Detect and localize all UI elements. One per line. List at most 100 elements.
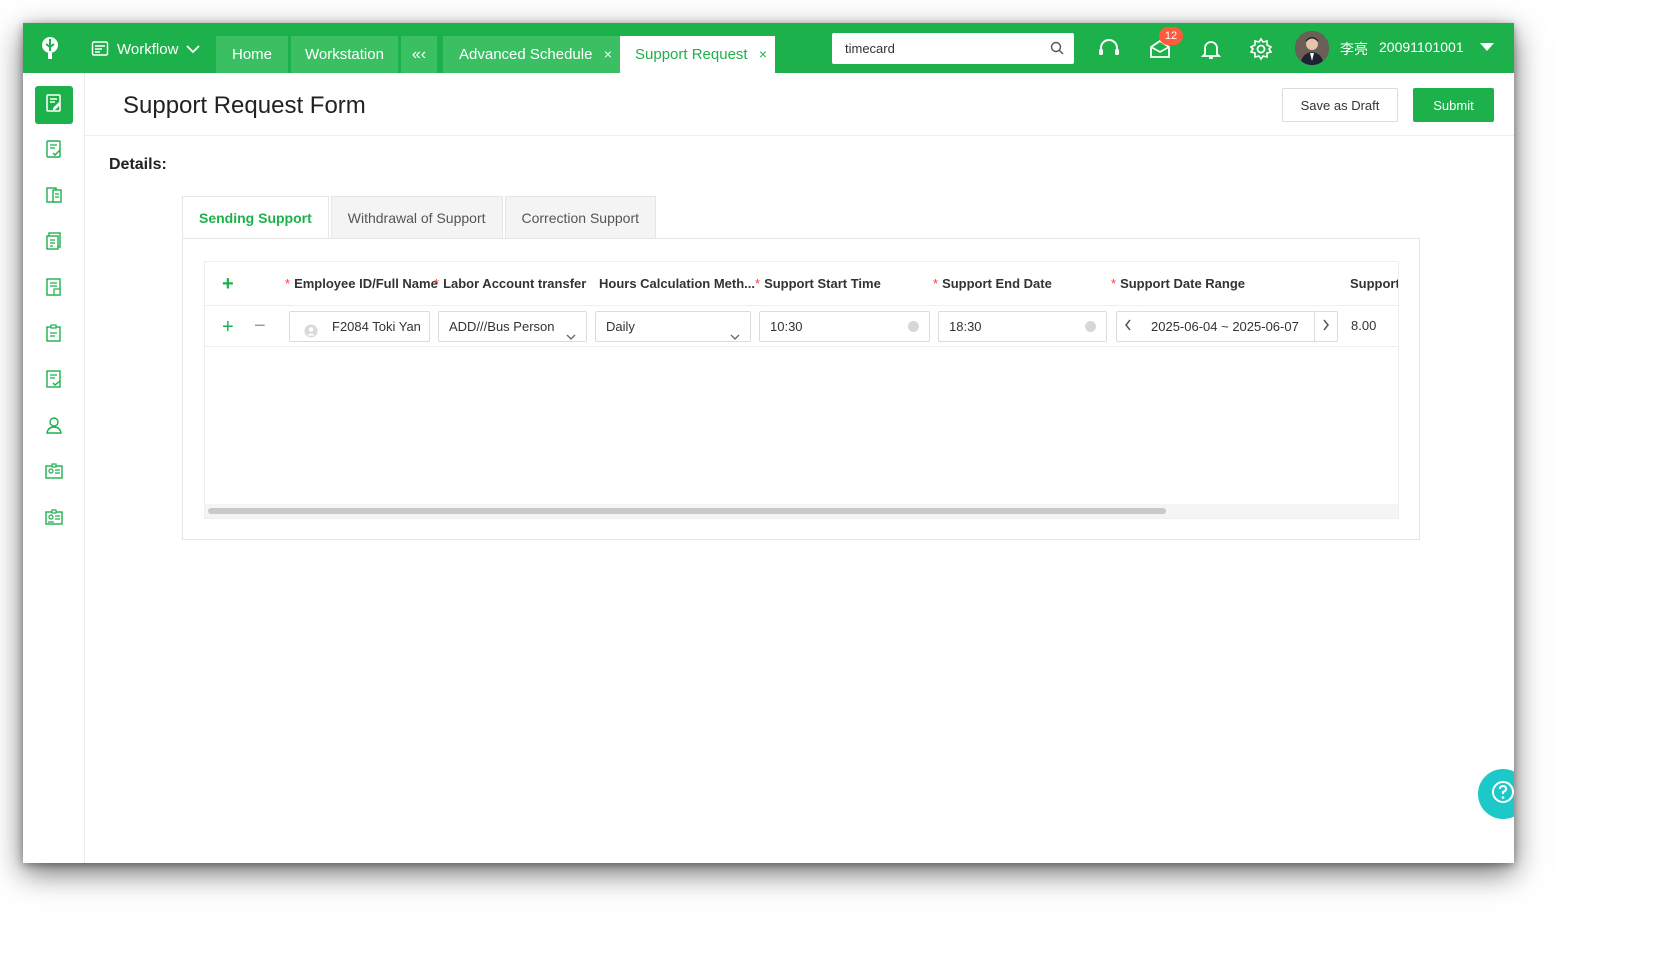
form-edit-icon bbox=[44, 93, 64, 118]
horizontal-scrollbar[interactable] bbox=[205, 504, 1398, 518]
help-button[interactable] bbox=[1478, 769, 1514, 819]
id-card-icon bbox=[44, 461, 64, 486]
report-icon bbox=[44, 277, 64, 302]
required-marker: * bbox=[755, 276, 761, 291]
bell-icon[interactable] bbox=[1198, 36, 1224, 62]
workflow-menu[interactable]: Workflow bbox=[91, 36, 201, 62]
column-header-employee: * Employee ID/Full Name bbox=[285, 276, 438, 291]
add-row-icon[interactable]: + bbox=[222, 317, 234, 337]
sidebar-item-report[interactable] bbox=[35, 270, 73, 308]
tab-workstation[interactable]: Workstation bbox=[291, 36, 398, 73]
tab-withdrawal-of-support[interactable]: Withdrawal of Support bbox=[330, 196, 503, 239]
tab-home[interactable]: Home bbox=[216, 36, 288, 73]
user-name[interactable]: 李亮 bbox=[1340, 39, 1368, 59]
required-marker: * bbox=[434, 276, 440, 291]
chevron-left-icon bbox=[1124, 318, 1132, 336]
page-header: Support Request Form Save as Draft Submi… bbox=[85, 73, 1514, 136]
details-panel: + * Employee ID/Full Name * Labor Account … bbox=[182, 238, 1420, 540]
search-input[interactable] bbox=[845, 33, 1035, 64]
headset-icon[interactable] bbox=[1096, 36, 1122, 62]
chevron-right-icon bbox=[1322, 318, 1330, 336]
column-header-hours-method: Hours Calculation Meth... bbox=[599, 276, 755, 291]
tab-scroll-left-button[interactable]: «‹ bbox=[401, 36, 437, 73]
search-icon[interactable] bbox=[1050, 41, 1064, 60]
user-menu-caret-icon[interactable] bbox=[1480, 43, 1494, 51]
previous-range-button[interactable] bbox=[1116, 311, 1140, 342]
support-type-tabs: Sending Support Withdrawal of Support Co… bbox=[182, 196, 658, 239]
close-icon[interactable]: × bbox=[604, 36, 612, 73]
scrollbar-thumb[interactable] bbox=[208, 508, 1166, 514]
column-label: Support Start Time bbox=[764, 276, 881, 291]
sidebar-item-profile-card[interactable] bbox=[35, 500, 73, 538]
avatar[interactable] bbox=[1295, 31, 1329, 65]
user-icon bbox=[44, 415, 64, 440]
next-range-button[interactable] bbox=[1314, 311, 1338, 342]
save-draft-button[interactable]: Save as Draft bbox=[1282, 88, 1398, 122]
document-icon bbox=[44, 185, 64, 210]
sidebar-item-checklist[interactable] bbox=[35, 362, 73, 400]
sidebar-item-document[interactable] bbox=[35, 178, 73, 216]
sidebar-item-form-edit[interactable] bbox=[35, 86, 73, 124]
date-range-value: 2025-06-04 ~ 2025-06-07 bbox=[1151, 319, 1299, 334]
chevron-down-icon bbox=[566, 322, 576, 341]
profile-card-icon bbox=[44, 507, 64, 532]
hours-method-select[interactable]: Daily bbox=[595, 311, 751, 342]
table-header: + * Employee ID/Full Name * Labor Account … bbox=[205, 262, 1398, 306]
clear-icon[interactable] bbox=[1085, 321, 1096, 332]
page-title: Support Request Form bbox=[123, 92, 366, 119]
column-header-end-date: * Support End Date bbox=[933, 276, 1052, 291]
employee-field[interactable]: F2084 Toki Yan bbox=[289, 311, 430, 342]
tab-sending-support[interactable]: Sending Support bbox=[182, 196, 329, 239]
workflow-icon bbox=[91, 40, 109, 58]
sidebar bbox=[23, 73, 85, 863]
remove-row-icon[interactable]: − bbox=[254, 316, 266, 336]
close-icon[interactable]: × bbox=[759, 36, 767, 73]
support-hours-value: 8.00 bbox=[1351, 318, 1377, 333]
column-header-labor-account: * Labor Account transfer bbox=[434, 276, 586, 291]
search-box bbox=[832, 33, 1074, 64]
app-logo-icon[interactable] bbox=[37, 35, 63, 61]
user-id[interactable]: 20091101001 bbox=[1379, 39, 1464, 55]
top-bar: Workflow Home Workstation «‹ Advanced Sc… bbox=[23, 23, 1514, 73]
clear-icon[interactable] bbox=[908, 321, 919, 332]
tab-label: Workstation bbox=[305, 46, 384, 63]
chevron-down-icon bbox=[730, 322, 740, 341]
column-header-date-range: * Support Date Range bbox=[1111, 276, 1245, 291]
notification-badge: 12 bbox=[1159, 27, 1183, 45]
clipboard-icon bbox=[44, 323, 64, 348]
end-date-field[interactable]: 18:30 bbox=[938, 311, 1107, 342]
required-marker: * bbox=[933, 276, 939, 291]
tab-correction-support[interactable]: Correction Support bbox=[504, 196, 657, 239]
tab-label: Support Request bbox=[635, 46, 748, 63]
sidebar-item-user[interactable] bbox=[35, 408, 73, 446]
copy-document-icon bbox=[44, 231, 64, 256]
sidebar-item-id-card[interactable] bbox=[35, 454, 73, 492]
column-label: Support End Date bbox=[942, 276, 1052, 291]
column-label: Hours Calculation Meth... bbox=[599, 276, 756, 291]
date-range-field[interactable]: 2025-06-04 ~ 2025-06-07 bbox=[1139, 311, 1315, 342]
tab-support-request[interactable]: Support Request × bbox=[620, 36, 775, 73]
labor-account-select[interactable]: ADD///Bus Person bbox=[438, 311, 587, 342]
column-label: Labor Account transfer bbox=[443, 276, 587, 291]
tab-label: Home bbox=[231, 46, 272, 63]
submit-button[interactable]: Submit bbox=[1413, 88, 1494, 122]
column-header-support: Support bbox=[1350, 276, 1398, 291]
required-marker: * bbox=[1111, 276, 1117, 291]
sidebar-item-form-check[interactable] bbox=[35, 132, 73, 170]
start-time-value: 10:30 bbox=[770, 319, 803, 334]
hours-method-value: Daily bbox=[606, 319, 635, 334]
labor-account-value: ADD///Bus Person bbox=[449, 319, 555, 334]
checklist-icon bbox=[44, 369, 64, 394]
add-row-icon[interactable]: + bbox=[222, 274, 234, 294]
sidebar-item-copy-document[interactable] bbox=[35, 224, 73, 262]
workflow-label: Workflow bbox=[117, 40, 179, 58]
required-marker: * bbox=[285, 276, 291, 291]
start-time-field[interactable]: 10:30 bbox=[759, 311, 930, 342]
gear-icon[interactable] bbox=[1248, 36, 1274, 62]
support-table: + * Employee ID/Full Name * Labor Account … bbox=[204, 261, 1399, 519]
sidebar-item-clipboard[interactable] bbox=[35, 316, 73, 354]
column-label: Support Date Range bbox=[1120, 276, 1246, 291]
question-mark-icon bbox=[1490, 779, 1514, 810]
tab-advanced-schedule[interactable]: Advanced Schedule × bbox=[443, 36, 620, 73]
form-check-icon bbox=[44, 139, 64, 164]
